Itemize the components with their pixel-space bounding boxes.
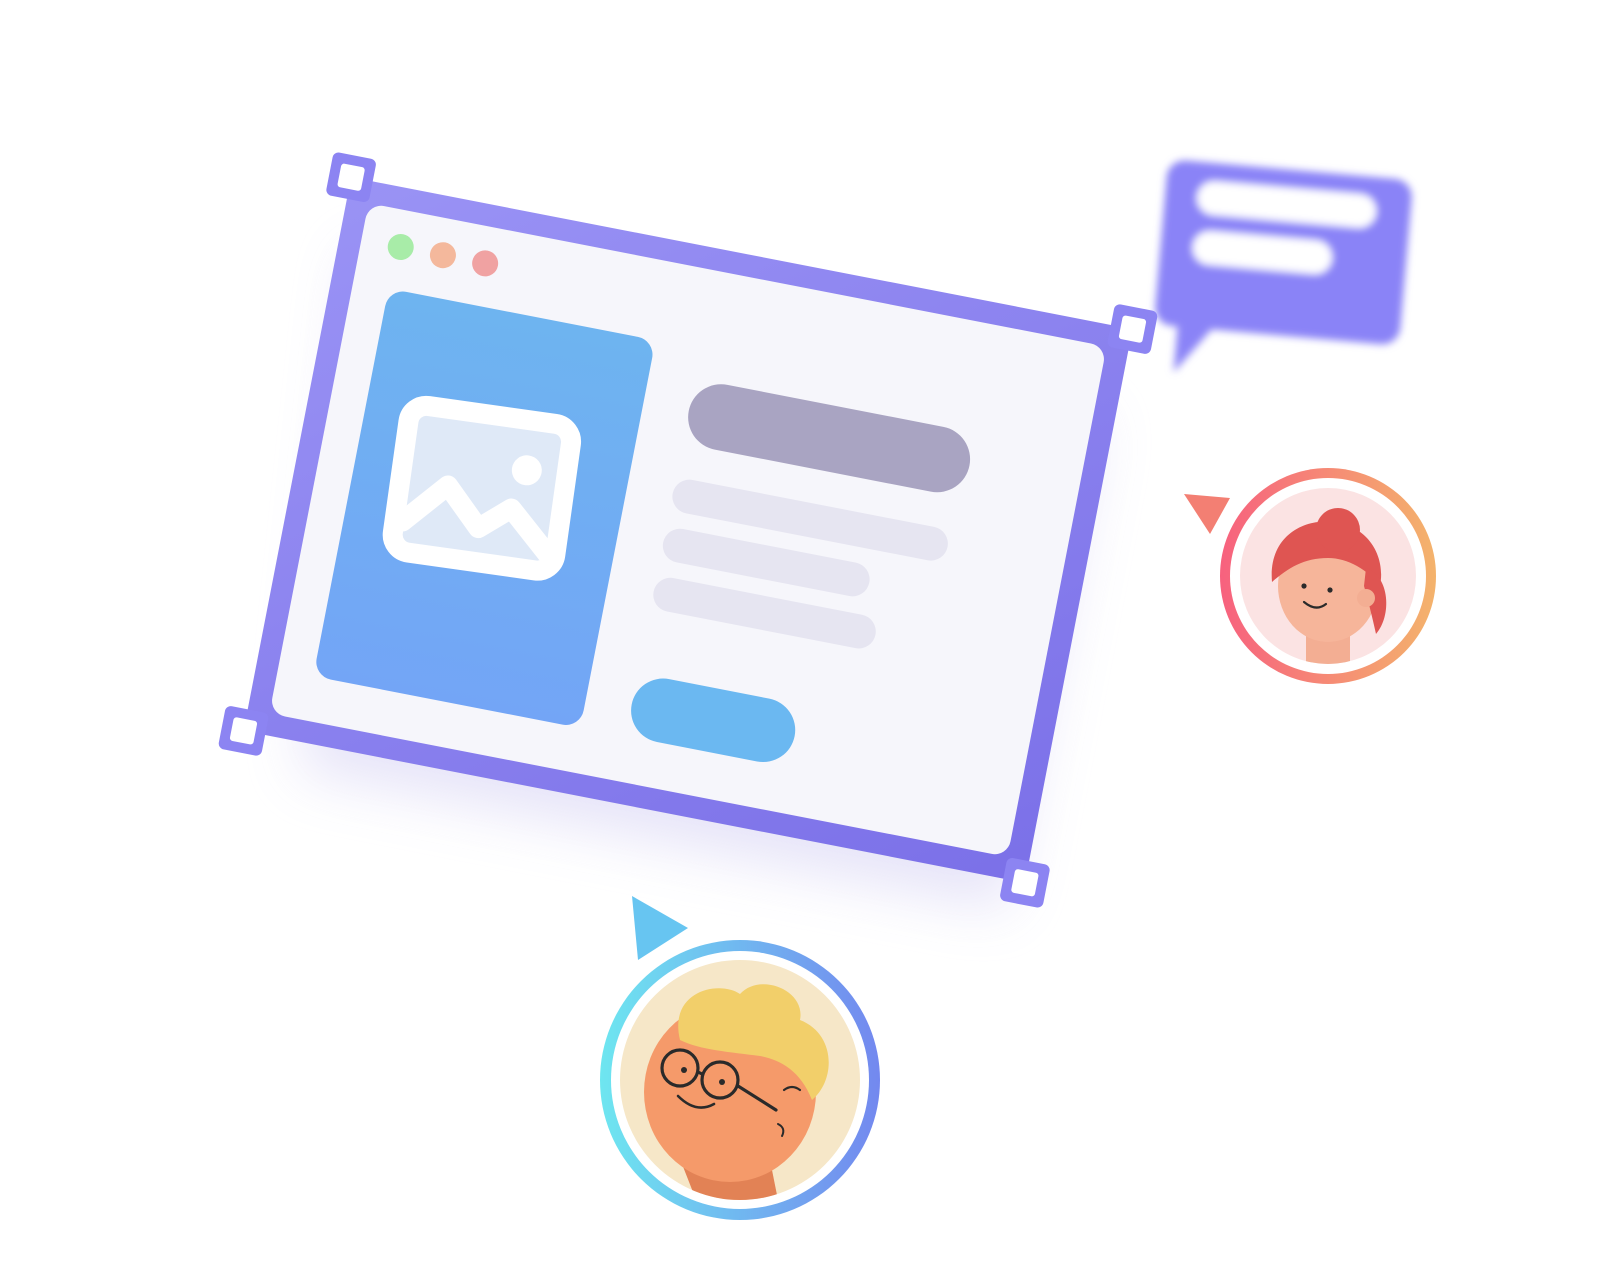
image-icon [382,395,582,581]
resize-handle-icon[interactable] [218,705,270,757]
resize-handle-icon[interactable] [1107,303,1159,355]
resize-handle-icon[interactable] [325,151,377,203]
illustration-svg [218,151,1436,1220]
avatar-woman[interactable] [1220,468,1436,684]
avatar-man[interactable] [600,940,880,1220]
resize-handle-icon[interactable] [999,857,1051,909]
browser-window [218,151,1159,909]
illustration-canvas [0,0,1602,1279]
cursor-pointer-icon [632,896,688,960]
chat-bubble-icon [1155,160,1412,373]
cursor-pointer-icon [1184,494,1230,534]
